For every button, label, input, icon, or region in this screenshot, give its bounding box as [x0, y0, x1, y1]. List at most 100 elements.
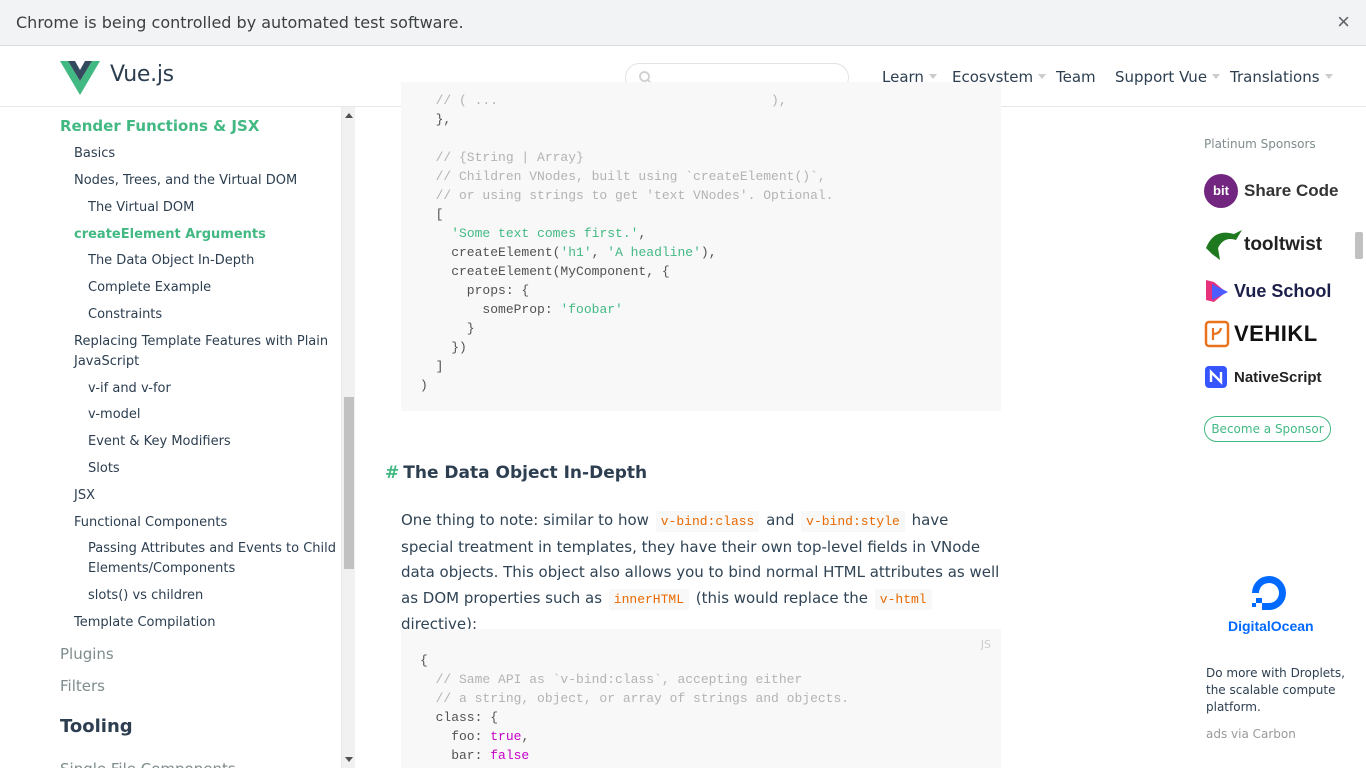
- para-text: (this would replace the: [695, 588, 869, 607]
- code-line: // ( ... ),: [420, 93, 787, 108]
- site-logo-text[interactable]: Vue.js: [110, 62, 174, 87]
- code-line: // Children VNodes, built using `createE…: [420, 169, 826, 184]
- sidebar-item-basics[interactable]: Basics: [74, 144, 115, 164]
- sidebar-item-replacing-template[interactable]: Replacing Template Features with Plain: [74, 332, 328, 352]
- inline-code: v-html: [874, 588, 932, 610]
- code-line: foo: true,: [420, 729, 530, 744]
- sponsor-nativescript-label: NativeScript: [1234, 368, 1322, 386]
- sidebar-item-jsx[interactable]: JSX: [74, 486, 95, 506]
- code-line: someProp: 'foobar': [420, 302, 623, 317]
- code-line: // a string, object, or array of strings…: [420, 691, 850, 706]
- sidebar-item-passing-attributes-cont[interactable]: Elements/Components: [88, 559, 235, 579]
- sidebar-item-complete-example[interactable]: Complete Example: [88, 278, 211, 298]
- sidebar-item-event-key-modifiers[interactable]: Event & Key Modifiers: [88, 432, 231, 452]
- code-string: 'Some text comes first.': [451, 226, 639, 241]
- heading-anchor-link[interactable]: #: [385, 463, 399, 483]
- ad-text[interactable]: Do more with Droplets, the scalable comp…: [1206, 665, 1356, 716]
- sponsor-tooltwist[interactable]: tooltwist: [1204, 228, 1322, 262]
- code-lines: // ( ... ), }, // {String | Array} // Ch…: [420, 91, 833, 395]
- code-line: createElement(MyComponent, {: [420, 264, 670, 279]
- sponsor-tooltwist-label: tooltwist: [1244, 234, 1323, 255]
- code-line: // Same API as `v-bind:class`, accepting…: [420, 672, 803, 687]
- code-lines: { // Same API as `v-bind:class`, accepti…: [420, 651, 849, 765]
- code-keyword: true: [490, 729, 522, 744]
- sidebar-section-render-functions[interactable]: Render Functions & JSX: [60, 116, 259, 136]
- sponsor-vehikl[interactable]: VEHIKL: [1204, 320, 1318, 348]
- sidebar-item-slots-vs-children[interactable]: slots() vs children: [88, 586, 203, 606]
- code-line: props: {: [420, 283, 530, 298]
- vue-logo-icon[interactable]: [60, 61, 100, 95]
- code-language-label: JS: [980, 638, 991, 651]
- page-scroll-thumb[interactable]: [1355, 232, 1363, 259]
- page-scrollbar[interactable]: [1352, 107, 1366, 768]
- sponsor-nativescript[interactable]: NativeScript: [1204, 365, 1322, 389]
- sidebar-item-passing-attributes[interactable]: Passing Attributes and Events to Child: [88, 539, 336, 559]
- section-heading: # The Data Object In-Depth: [385, 463, 647, 483]
- sidebar-item-v-model[interactable]: v-model: [88, 405, 141, 425]
- code-keyword: false: [490, 748, 530, 763]
- inline-code: innerHTML: [608, 588, 690, 610]
- infobar-message: Chrome is being controlled by automated …: [16, 13, 464, 32]
- automation-infobar: Chrome is being controlled by automated …: [0, 0, 1366, 46]
- code-line: 'Some text comes first.',: [451, 226, 647, 241]
- sidebar-scroll-thumb[interactable]: [344, 397, 354, 569]
- sidebar-item-slots[interactable]: Slots: [88, 459, 120, 479]
- sponsor-vueschool[interactable]: Vue School: [1204, 278, 1331, 304]
- nav-translations[interactable]: Translations: [1230, 68, 1333, 86]
- scroll-down-icon[interactable]: [345, 757, 353, 762]
- sidebar-item-replacing-template-cont[interactable]: JavaScript: [74, 352, 139, 372]
- scroll-up-icon[interactable]: [345, 113, 353, 118]
- paragraph: One thing to note: similar to how v-bind…: [401, 508, 1001, 638]
- nav-team-label: Team: [1056, 68, 1096, 86]
- vehikl-logo-icon: [1204, 320, 1230, 348]
- code-line: ): [420, 378, 428, 393]
- sidebar-item-functional-components[interactable]: Functional Components: [74, 513, 227, 533]
- ad-brand-name[interactable]: DigitalOcean: [1228, 618, 1314, 634]
- sponsor-bit-label: Share Code: [1244, 181, 1339, 200]
- code-line: [: [420, 207, 444, 222]
- sidebar: Render Functions & JSX Basics Nodes, Tre…: [0, 107, 341, 768]
- nav-support-vue[interactable]: Support Vue: [1115, 68, 1221, 86]
- sidebar-section-plugins[interactable]: Plugins: [60, 644, 114, 664]
- sidebar-section-single-file-components[interactable]: Single File Components: [60, 759, 236, 768]
- code-line: }): [420, 340, 467, 355]
- sidebar-scrollbar[interactable]: [341, 107, 355, 768]
- sidebar-item-data-object[interactable]: The Data Object In-Depth: [88, 251, 254, 271]
- code-line: bar: false: [420, 748, 530, 763]
- sidebar-item-nodes-trees[interactable]: Nodes, Trees, and the Virtual DOM: [74, 171, 297, 191]
- sponsor-vehikl-label: VEHIKL: [1234, 321, 1318, 346]
- sidebar-item-template-compilation[interactable]: Template Compilation: [74, 613, 216, 633]
- close-icon[interactable]: ×: [1337, 10, 1350, 34]
- code-line: // {String | Array}: [420, 150, 584, 165]
- ads-via-carbon-link[interactable]: ads via Carbon: [1206, 727, 1296, 741]
- code-line: // or using strings to get 'text VNodes'…: [420, 188, 834, 203]
- nav-translations-label: Translations: [1230, 68, 1320, 86]
- code-block-data-object: JS { // Same API as `v-bind:class`, acce…: [401, 629, 1001, 768]
- sponsor-bit[interactable]: bit Share Code: [1204, 174, 1338, 208]
- code-line: {: [420, 653, 428, 668]
- chevron-down-icon: [1038, 74, 1047, 79]
- nav-support-label: Support Vue: [1115, 68, 1208, 86]
- code-line: ]: [420, 359, 444, 374]
- digitalocean-logo-icon[interactable]: [1248, 572, 1290, 614]
- chevron-down-icon: [1324, 74, 1333, 79]
- code-line: createElement('h1', 'A headline'),: [420, 245, 717, 260]
- heading-text: The Data Object In-Depth: [403, 463, 648, 483]
- tooltwist-logo-icon: [1206, 230, 1242, 260]
- code-block-createelement: // ( ... ), }, // {String | Array} // Ch…: [401, 82, 1001, 411]
- code-string: 'A headline': [607, 245, 701, 260]
- sidebar-item-virtual-dom[interactable]: The Virtual DOM: [88, 198, 194, 218]
- become-sponsor-button[interactable]: Become a Sponsor: [1204, 416, 1331, 442]
- sponsor-title: Platinum Sponsors: [1204, 137, 1316, 151]
- sidebar-section-filters[interactable]: Filters: [60, 676, 105, 696]
- sidebar-item-v-if-v-for[interactable]: v-if and v-for: [88, 379, 171, 399]
- sidebar-item-constraints[interactable]: Constraints: [88, 305, 162, 325]
- code-string: 'foobar': [560, 302, 623, 317]
- sidebar-heading-tooling: Tooling: [60, 716, 133, 737]
- code-line: class: {: [420, 710, 499, 725]
- chevron-down-icon: [1212, 74, 1221, 79]
- vueschool-logo-icon: [1206, 280, 1228, 302]
- nativescript-logo-icon: [1205, 366, 1227, 388]
- sidebar-item-createelement-arguments[interactable]: createElement Arguments: [74, 225, 266, 245]
- nav-team[interactable]: Team: [1056, 68, 1096, 86]
